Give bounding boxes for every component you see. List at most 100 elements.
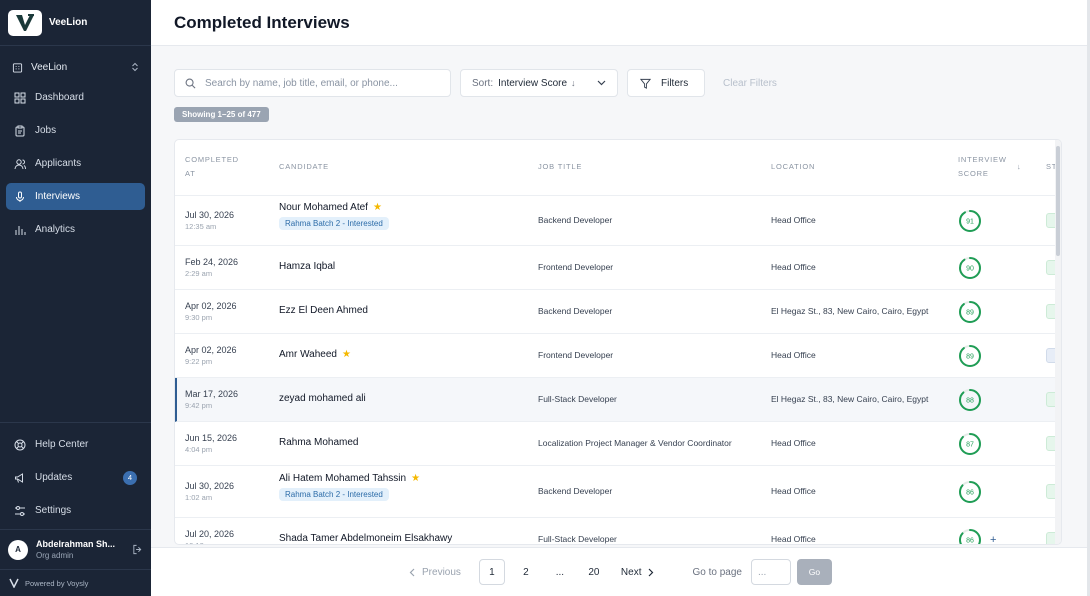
interview-score-cell: 87 xyxy=(958,432,982,456)
search-input[interactable] xyxy=(205,77,435,89)
clear-filters-button[interactable]: Clear Filters xyxy=(723,78,777,89)
table-row[interactable]: Jul 30, 2026 12:35 am Nour Mohamed Atef ★ Ra… xyxy=(175,196,1061,246)
table-row[interactable]: Apr 02, 2026 9:22 pm Amr Waheed ★ Frontend D… xyxy=(175,334,1061,378)
star-icon[interactable]: ★ xyxy=(411,473,420,484)
nav-item-dashboard[interactable]: Dashboard xyxy=(6,84,145,111)
column-header-completed-at[interactable]: COMPLETED AT xyxy=(185,153,239,181)
goto-page-label: Go to page xyxy=(692,566,742,578)
nav-item-jobs[interactable]: Jobs xyxy=(6,117,145,144)
location-cell: Head Office xyxy=(771,534,816,544)
candidate-name[interactable]: Ezz El Deen Ahmed xyxy=(279,305,368,316)
candidate-cell[interactable]: Nour Mohamed Atef ★ Rahma Batch 2 - Intere… xyxy=(279,202,389,231)
goto-page-input[interactable] xyxy=(750,559,791,585)
column-header-interview-score[interactable]: INTERVIEW SCORE xyxy=(958,153,1007,181)
candidate-cell[interactable]: Ali Hatem Mohamed Tahssin ★ Rahma Batch 2 … xyxy=(279,473,420,502)
org-switcher-label: VeeLion xyxy=(31,61,68,73)
nav-item-analytics[interactable]: Analytics xyxy=(6,216,145,243)
candidate-name[interactable]: Ali Hatem Mohamed Tahssin xyxy=(279,473,406,484)
table-row[interactable]: Feb 24, 2026 2:29 am Hamza Iqbal Frontend D… xyxy=(175,246,1061,290)
interview-score-cell: 86 + xyxy=(958,528,996,545)
column-header-job-title[interactable]: JOB TITLE xyxy=(538,160,582,174)
plus-icon[interactable]: + xyxy=(990,534,996,544)
candidate-name[interactable]: Amr Waheed xyxy=(279,349,337,360)
org-switcher[interactable]: VeeLion xyxy=(6,56,145,78)
next-label: Next xyxy=(620,566,642,578)
table-scrollbar-thumb[interactable] xyxy=(1056,146,1060,256)
sort-value: Interview Score xyxy=(498,77,568,89)
score-value: 86 xyxy=(966,538,974,545)
location-cell: Head Office xyxy=(771,215,816,225)
score-ring: 89 xyxy=(959,345,981,367)
table-row[interactable]: Jul 20, 2026 10:12 pm Shada Tamer Abdelmon… xyxy=(175,518,1061,545)
page-button-20[interactable]: 20 xyxy=(581,559,607,585)
candidate-cell[interactable]: Hamza Iqbal xyxy=(279,261,335,272)
column-header-location[interactable]: LOCATION xyxy=(771,160,815,174)
main-content: Completed Interviews Sort: Interview Sco… xyxy=(151,0,1090,596)
column-header-label: AT xyxy=(185,169,196,178)
nav-item-label: Updates xyxy=(35,472,73,483)
candidate-name-row: Ezz El Deen Ahmed xyxy=(279,305,368,316)
candidate-tag[interactable]: Rahma Batch 2 - Interested xyxy=(279,488,389,501)
table-row[interactable]: Jun 15, 2026 4:04 pm Rahma Mohamed Localiza… xyxy=(175,422,1061,466)
nav-item-interviews[interactable]: Interviews xyxy=(6,183,145,210)
score-ring: 87 xyxy=(959,433,981,455)
interview-score-cell: 88 xyxy=(958,388,982,412)
search-box[interactable] xyxy=(174,69,451,97)
next-page-button[interactable]: Next xyxy=(621,567,655,578)
candidate-name[interactable]: Shada Tamer Abdelmoneim Elsakhawy xyxy=(279,533,452,544)
nav-item-settings[interactable]: Settings xyxy=(6,497,145,524)
sort-dropdown[interactable]: Sort: Interview Score ↓ xyxy=(460,69,618,97)
candidate-tag[interactable]: Rahma Batch 2 - Interested xyxy=(279,217,389,230)
nav-item-help-center[interactable]: Help Center xyxy=(6,431,145,458)
candidate-name-row: Ali Hatem Mohamed Tahssin ★ xyxy=(279,473,420,484)
candidate-name[interactable]: Hamza Iqbal xyxy=(279,261,335,272)
completed-date: Jul 30, 2026 xyxy=(185,210,235,220)
completed-time: 1:02 am xyxy=(185,493,213,502)
table-row[interactable]: Mar 17, 2026 9:42 pm zeyad mohamed ali Full… xyxy=(175,378,1061,422)
table-row[interactable]: Jul 30, 2026 1:02 am Ali Hatem Mohamed Tah… xyxy=(175,466,1061,518)
candidate-cell[interactable]: Amr Waheed ★ xyxy=(279,349,351,360)
candidate-cell[interactable]: Rahma Mohamed xyxy=(279,437,358,448)
logout-icon[interactable] xyxy=(132,544,143,555)
toolbar: Sort: Interview Score ↓ Filters Clear Fi… xyxy=(174,69,777,97)
score-value: 90 xyxy=(966,266,974,273)
star-icon[interactable]: ★ xyxy=(342,349,351,360)
main-nav: Dashboard Jobs Applicants Interviews Ana… xyxy=(0,84,151,249)
column-header-label: INTERVIEW xyxy=(958,155,1007,164)
candidate-cell[interactable]: zeyad mohamed ali xyxy=(279,393,366,404)
user-profile[interactable]: A Abdelrahman Sh... Org admin xyxy=(0,529,151,569)
table-scrollbar[interactable] xyxy=(1055,140,1061,544)
voysly-logo-icon xyxy=(9,578,19,588)
sort-desc-icon[interactable]: ↓ xyxy=(1017,160,1022,174)
candidate-name[interactable]: Rahma Mohamed xyxy=(279,437,358,448)
page-button-2[interactable]: 2 xyxy=(513,559,539,585)
results-count-badge: Showing 1–25 of 477 xyxy=(174,107,269,122)
location-cell: Head Office xyxy=(771,438,816,448)
nav-item-applicants[interactable]: Applicants xyxy=(6,150,145,177)
completed-at-cell: Jun 15, 2026 4:04 pm xyxy=(185,433,237,454)
score-ring: 88 xyxy=(959,389,981,411)
candidate-name[interactable]: zeyad mohamed ali xyxy=(279,393,366,404)
filter-icon xyxy=(640,78,651,89)
brand[interactable]: VeeLion xyxy=(0,0,151,46)
column-header-candidate[interactable]: CANDIDATE xyxy=(279,160,329,174)
star-icon[interactable]: ★ xyxy=(373,202,382,213)
candidate-name[interactable]: Nour Mohamed Atef xyxy=(279,202,368,213)
nav-item-label: Jobs xyxy=(35,125,57,136)
candidate-cell[interactable]: Ezz El Deen Ahmed xyxy=(279,305,368,316)
column-header-label: SCORE xyxy=(958,169,989,178)
page-button-1[interactable]: 1 xyxy=(478,559,505,585)
nav-item-updates[interactable]: Updates 4 xyxy=(6,464,145,491)
users-icon xyxy=(14,158,26,169)
previous-page-button[interactable]: Previous xyxy=(409,567,461,578)
filters-button[interactable]: Filters xyxy=(627,69,705,97)
completed-date: Jul 20, 2026 xyxy=(185,529,235,539)
building-icon xyxy=(12,62,23,73)
score-value: 88 xyxy=(966,398,974,405)
interview-score-cell: 89 xyxy=(958,344,982,368)
interview-score-cell: 86 xyxy=(958,480,982,504)
go-button[interactable]: Go xyxy=(796,559,832,585)
brand-name: VeeLion xyxy=(49,17,88,28)
table-row[interactable]: Apr 02, 2026 9:30 pm Ezz El Deen Ahmed Back… xyxy=(175,290,1061,334)
candidate-cell[interactable]: Shada Tamer Abdelmoneim Elsakhawy xyxy=(279,533,452,544)
